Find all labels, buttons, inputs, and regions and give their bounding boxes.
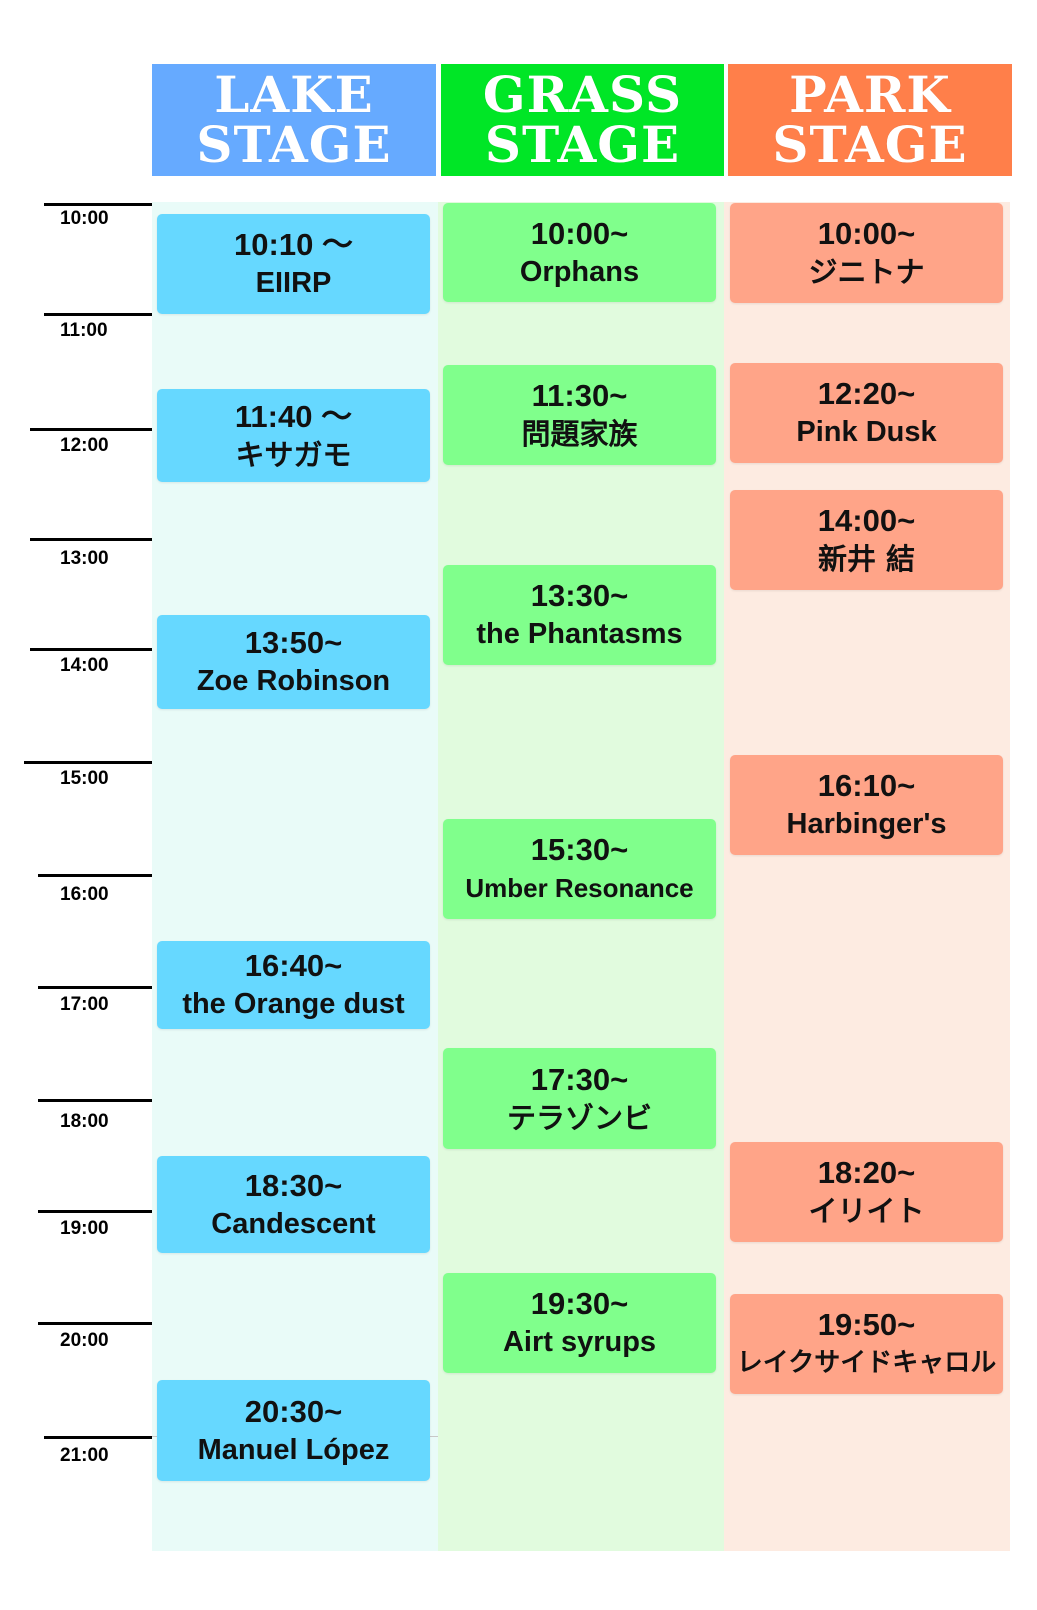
slot-artist: ジニトナ (808, 255, 925, 289)
time-tick-line (38, 1099, 152, 1102)
time-tick-line (38, 1322, 152, 1325)
slot-artist: レイクサイドキャロル (736, 1348, 997, 1378)
slot-time: 16:10~ (817, 768, 916, 803)
slot-artist: Airt syrups (502, 1326, 657, 1358)
slot-time: 19:50~ (817, 1307, 916, 1342)
time-label: 20:00 (60, 1330, 109, 1351)
slot-time: 18:20~ (817, 1155, 916, 1190)
time-label: 11:00 (60, 320, 108, 341)
time-tick-line (38, 986, 152, 989)
time-label: 13:00 (60, 548, 109, 569)
slot-time: 20:30~ (244, 1393, 343, 1429)
grass-slot[interactable]: 15:30~ Umber Resonance (443, 819, 716, 919)
slot-time: 14:00~ (817, 503, 916, 538)
park-slot[interactable]: 12:20~ Pink Dusk (730, 363, 1003, 463)
park-slot[interactable]: 14:00~ 新井 結 (730, 490, 1003, 590)
slot-time: 19:30~ (530, 1286, 629, 1321)
slot-artist: the Phantasms (476, 618, 683, 650)
time-tick-line (44, 1436, 152, 1439)
lake-slot[interactable]: 16:40~ the Orange dust (157, 941, 430, 1029)
slot-time: 17:30~ (530, 1061, 629, 1097)
lake-slot[interactable]: 13:50~ Zoe Robinson (157, 615, 430, 709)
time-label: 12:00 (60, 435, 109, 456)
time-tick-line (30, 648, 152, 651)
grass-slot[interactable]: 11:30~ 問題家族 (443, 365, 716, 465)
slot-time: 13:50~ (244, 625, 343, 660)
time-tick-line (30, 428, 152, 431)
time-tick-line (24, 761, 152, 764)
slot-artist: Orphans (519, 255, 640, 288)
time-label: 21:00 (60, 1445, 109, 1466)
park-slot[interactable]: 19:50~ レイクサイドキャロル (730, 1294, 1003, 1394)
time-label: 15:00 (60, 768, 109, 789)
park-slot[interactable]: 16:10~ Harbinger's (730, 755, 1003, 855)
slot-time: 10:00~ (817, 216, 916, 251)
time-tick-line (30, 538, 152, 541)
slot-time: 16:40~ (244, 948, 343, 983)
slot-artist: Harbinger's (786, 808, 947, 840)
slot-time: 10:10 ～ (234, 227, 353, 262)
lake-slot[interactable]: 18:30~ Candescent (157, 1156, 430, 1253)
slot-artist: Umber Resonance (465, 873, 694, 903)
slot-time: 13:30~ (530, 578, 629, 613)
grass-slot[interactable]: 10:00~ Orphans (443, 203, 716, 302)
slot-artist: EIIRP (255, 267, 332, 299)
slot-artist: キサガモ (235, 437, 352, 472)
time-label: 14:00 (60, 655, 109, 676)
slot-time: 10:00~ (530, 215, 629, 251)
slot-time: 11:30~ (531, 378, 628, 413)
lake-slot[interactable]: 11:40 ～ キサガモ (157, 389, 430, 482)
lake-stage-header: LAKE STAGE (152, 64, 436, 176)
grass-slot[interactable]: 19:30~ Airt syrups (443, 1273, 716, 1373)
slot-artist: イリイト (808, 1194, 925, 1228)
slot-time: 12:20~ (817, 376, 916, 411)
time-tick-line (44, 313, 152, 316)
slot-artist: Pink Dusk (796, 416, 937, 448)
slot-artist: 問題家族 (521, 417, 638, 451)
time-tick-line (44, 203, 152, 206)
lake-slot[interactable]: 20:30~ Manuel López (157, 1380, 430, 1481)
grass-slot[interactable]: 13:30~ the Phantasms (443, 565, 716, 665)
slot-artist: 新井 結 (817, 542, 916, 576)
grass-stage-header: GRASS STAGE (441, 64, 724, 176)
slot-time: 18:30~ (244, 1167, 343, 1203)
lake-slot[interactable]: 10:10 ～ EIIRP (157, 214, 430, 314)
slot-artist: Candescent (211, 1207, 376, 1240)
slot-artist: テラゾンビ (506, 1100, 652, 1135)
slot-artist: Zoe Robinson (196, 665, 391, 697)
time-tick-line (38, 1210, 152, 1213)
park-slot[interactable]: 10:00~ ジニトナ (730, 203, 1003, 303)
time-label: 19:00 (60, 1218, 109, 1239)
time-label: 10:00 (60, 208, 109, 229)
slot-time: 11:40 ～ (234, 398, 353, 434)
slot-artist: the Orange dust (182, 988, 405, 1020)
park-slot[interactable]: 18:20~ イリイト (730, 1142, 1003, 1242)
time-label: 17:00 (60, 994, 109, 1015)
grass-slot[interactable]: 17:30~ テラゾンビ (443, 1048, 716, 1149)
time-label: 18:00 (60, 1111, 109, 1132)
time-label: 16:00 (60, 884, 109, 905)
time-tick-line (38, 874, 152, 877)
park-stage-header: PARK STAGE (728, 64, 1012, 176)
slot-time: 15:30~ (530, 832, 629, 867)
slot-artist: Manuel López (197, 1433, 390, 1466)
